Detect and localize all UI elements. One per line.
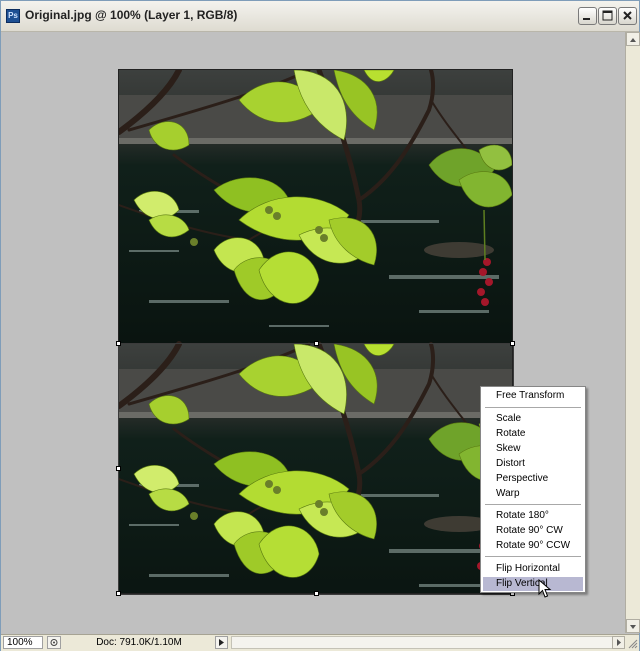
transform-context-menu: Free Transform Scale Rotate Skew Distort…	[480, 386, 586, 593]
menu-item-scale[interactable]: Scale	[483, 412, 583, 426]
close-button[interactable]	[618, 7, 637, 25]
menu-item-free-transform[interactable]: Free Transform	[483, 389, 583, 403]
status-menu-button[interactable]	[215, 636, 228, 649]
menu-item-rotate[interactable]: Rotate	[483, 427, 583, 441]
close-icon	[623, 11, 632, 20]
menu-item-warp[interactable]: Warp	[483, 487, 583, 501]
menu-separator	[485, 556, 581, 557]
status-info-button[interactable]	[47, 636, 61, 649]
arrow-right-icon	[617, 639, 621, 646]
play-arrow-icon	[219, 639, 224, 646]
maximize-button[interactable]	[598, 7, 617, 25]
menu-item-flip-horizontal[interactable]: Flip Horizontal	[483, 562, 583, 576]
document-window: Ps Original.jpg @ 100% (Layer 1, RGB/8)	[0, 0, 640, 651]
camera-icon	[50, 639, 58, 646]
photoshop-icon[interactable]: Ps	[6, 9, 20, 23]
menu-item-perspective[interactable]: Perspective	[483, 472, 583, 486]
zoom-field[interactable]: 100%	[3, 636, 43, 649]
leaf-photo	[119, 70, 512, 593]
menu-item-rotate-180[interactable]: Rotate 180°	[483, 509, 583, 523]
menu-item-rotate-90-cw[interactable]: Rotate 90° CW	[483, 524, 583, 538]
menu-item-flip-vertical[interactable]: Flip Vertical	[483, 577, 583, 591]
horizontal-scrollbar[interactable]	[231, 636, 625, 649]
menu-item-skew[interactable]: Skew	[483, 442, 583, 456]
document-size-info: Doc: 791.0K/1.10M	[96, 637, 182, 648]
document-image[interactable]	[118, 69, 513, 594]
status-bar: 100% Doc: 791.0K/1.10M	[1, 634, 639, 651]
menu-item-distort[interactable]: Distort	[483, 457, 583, 471]
title-bar[interactable]: Ps Original.jpg @ 100% (Layer 1, RGB/8)	[1, 1, 639, 32]
minimize-icon	[583, 18, 590, 20]
arrow-up-icon	[630, 38, 636, 42]
minimize-button[interactable]	[578, 7, 597, 25]
arrow-down-icon	[630, 625, 636, 629]
resize-grip-icon[interactable]	[627, 638, 638, 649]
mouse-pointer-icon	[538, 579, 552, 598]
scroll-right-button[interactable]	[612, 636, 625, 649]
maximize-icon	[602, 10, 613, 21]
scroll-up-button[interactable]	[626, 32, 640, 46]
scroll-down-button[interactable]	[626, 619, 640, 633]
menu-separator	[485, 504, 581, 505]
menu-item-rotate-90-ccw[interactable]: Rotate 90° CCW	[483, 539, 583, 553]
window-title: Original.jpg @ 100% (Layer 1, RGB/8)	[25, 8, 238, 22]
vertical-scrollbar[interactable]	[625, 32, 640, 633]
menu-separator	[485, 407, 581, 408]
